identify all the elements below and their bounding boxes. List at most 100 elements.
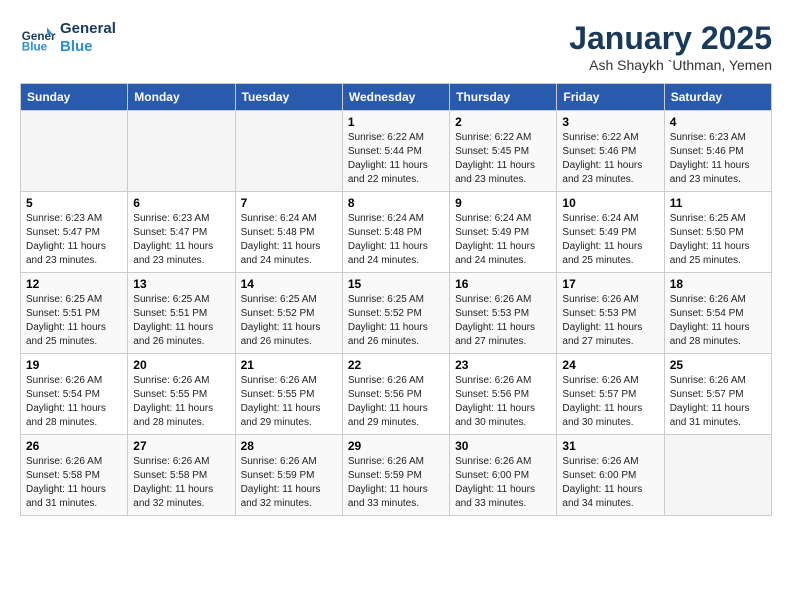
day-number: 10: [562, 196, 658, 210]
day-info: Sunrise: 6:26 AM Sunset: 5:58 PM Dayligh…: [133, 455, 229, 511]
calendar-cell: 6 Sunrise: 6:23 AM Sunset: 5:47 PM Daylig…: [128, 192, 235, 273]
day-info: Sunrise: 6:26 AM Sunset: 5:54 PM Dayligh…: [670, 293, 766, 349]
calendar-week-row: 1 Sunrise: 6:22 AM Sunset: 5:44 PM Daylig…: [21, 111, 772, 192]
day-number: 14: [241, 277, 337, 291]
calendar-week-row: 12 Sunrise: 6:25 AM Sunset: 5:51 PM Dayli…: [21, 273, 772, 354]
calendar-cell: 28 Sunrise: 6:26 AM Sunset: 5:59 PM Dayli…: [235, 435, 342, 516]
day-number: 18: [670, 277, 766, 291]
day-info: Sunrise: 6:24 AM Sunset: 5:49 PM Dayligh…: [562, 212, 658, 268]
day-info: Sunrise: 6:23 AM Sunset: 5:46 PM Dayligh…: [670, 131, 766, 187]
weekday-header-row: SundayMondayTuesdayWednesdayThursdayFrid…: [21, 84, 772, 111]
logo: General Blue General Blue: [20, 20, 116, 56]
day-info: Sunrise: 6:22 AM Sunset: 5:46 PM Dayligh…: [562, 131, 658, 187]
day-number: 3: [562, 115, 658, 129]
weekday-header: Sunday: [21, 84, 128, 111]
calendar-cell: 26 Sunrise: 6:26 AM Sunset: 5:58 PM Dayli…: [21, 435, 128, 516]
day-number: 16: [455, 277, 551, 291]
day-number: 26: [26, 439, 122, 453]
day-number: 30: [455, 439, 551, 453]
calendar-cell: 1 Sunrise: 6:22 AM Sunset: 5:44 PM Daylig…: [342, 111, 449, 192]
day-info: Sunrise: 6:25 AM Sunset: 5:50 PM Dayligh…: [670, 212, 766, 268]
calendar-cell: 12Sunrise: 6:25 AM Sunset: 5:51 PM Dayli…: [21, 273, 128, 354]
day-number: 5: [26, 196, 122, 210]
day-info: Sunrise: 6:26 AM Sunset: 5:53 PM Dayligh…: [455, 293, 551, 349]
svg-text:Blue: Blue: [22, 41, 48, 54]
day-info: Sunrise: 6:26 AM Sunset: 5:59 PM Dayligh…: [348, 455, 444, 511]
day-info: Sunrise: 6:26 AM Sunset: 6:00 PM Dayligh…: [455, 455, 551, 511]
day-number: 12: [26, 277, 122, 291]
day-info: Sunrise: 6:25 AM Sunset: 5:51 PM Dayligh…: [133, 293, 229, 349]
day-info: Sunrise: 6:24 AM Sunset: 5:49 PM Dayligh…: [455, 212, 551, 268]
day-number: 29: [348, 439, 444, 453]
calendar-cell: 5Sunrise: 6:23 AM Sunset: 5:47 PM Daylig…: [21, 192, 128, 273]
day-info: Sunrise: 6:26 AM Sunset: 5:55 PM Dayligh…: [241, 374, 337, 430]
calendar-cell: [21, 111, 128, 192]
weekday-header: Wednesday: [342, 84, 449, 111]
day-info: Sunrise: 6:25 AM Sunset: 5:52 PM Dayligh…: [348, 293, 444, 349]
month-title: January 2025: [569, 20, 772, 57]
day-number: 22: [348, 358, 444, 372]
logo-text-line2: Blue: [60, 38, 116, 56]
day-info: Sunrise: 6:26 AM Sunset: 5:56 PM Dayligh…: [348, 374, 444, 430]
day-number: 6: [133, 196, 229, 210]
calendar-cell: 2 Sunrise: 6:22 AM Sunset: 5:45 PM Daylig…: [450, 111, 557, 192]
calendar-table: SundayMondayTuesdayWednesdayThursdayFrid…: [20, 83, 772, 516]
calendar-cell: [235, 111, 342, 192]
calendar-cell: 16 Sunrise: 6:26 AM Sunset: 5:53 PM Dayli…: [450, 273, 557, 354]
calendar-cell: 19 Sunrise: 6:26 AM Sunset: 5:54 PM Dayli…: [21, 354, 128, 435]
calendar-cell: 11 Sunrise: 6:25 AM Sunset: 5:50 PM Dayli…: [664, 192, 771, 273]
day-number: 2: [455, 115, 551, 129]
calendar-cell: 29 Sunrise: 6:26 AM Sunset: 5:59 PM Dayli…: [342, 435, 449, 516]
day-number: 13: [133, 277, 229, 291]
day-number: 28: [241, 439, 337, 453]
day-info: Sunrise: 6:25 AM Sunset: 5:52 PM Dayligh…: [241, 293, 337, 349]
day-number: 20: [133, 358, 229, 372]
day-info: Sunrise: 6:26 AM Sunset: 5:58 PM Dayligh…: [26, 455, 122, 511]
calendar-cell: 27Sunrise: 6:26 AM Sunset: 5:58 PM Dayli…: [128, 435, 235, 516]
day-number: 15: [348, 277, 444, 291]
calendar-cell: 7Sunrise: 6:24 AM Sunset: 5:48 PM Daylig…: [235, 192, 342, 273]
day-number: 19: [26, 358, 122, 372]
calendar-cell: 3 Sunrise: 6:22 AM Sunset: 5:46 PM Daylig…: [557, 111, 664, 192]
calendar-cell: 20 Sunrise: 6:26 AM Sunset: 5:55 PM Dayli…: [128, 354, 235, 435]
calendar-cell: 15 Sunrise: 6:25 AM Sunset: 5:52 PM Dayli…: [342, 273, 449, 354]
day-info: Sunrise: 6:26 AM Sunset: 5:59 PM Dayligh…: [241, 455, 337, 511]
calendar-cell: [664, 435, 771, 516]
day-info: Sunrise: 6:24 AM Sunset: 5:48 PM Dayligh…: [348, 212, 444, 268]
day-info: Sunrise: 6:26 AM Sunset: 5:55 PM Dayligh…: [133, 374, 229, 430]
weekday-header: Saturday: [664, 84, 771, 111]
title-block: January 2025 Ash Shaykh `Uthman, Yemen: [569, 20, 772, 73]
calendar-week-row: 26 Sunrise: 6:26 AM Sunset: 5:58 PM Dayli…: [21, 435, 772, 516]
day-number: 31: [562, 439, 658, 453]
calendar-cell: 22 Sunrise: 6:26 AM Sunset: 5:56 PM Dayli…: [342, 354, 449, 435]
day-number: 1: [348, 115, 444, 129]
calendar-cell: 24Sunrise: 6:26 AM Sunset: 5:57 PM Dayli…: [557, 354, 664, 435]
calendar-cell: 8 Sunrise: 6:24 AM Sunset: 5:48 PM Daylig…: [342, 192, 449, 273]
logo-icon: General Blue: [20, 20, 56, 56]
day-info: Sunrise: 6:26 AM Sunset: 5:57 PM Dayligh…: [670, 374, 766, 430]
calendar-week-row: 5 Sunrise: 6:23 AM Sunset: 5:47 PM Daylig…: [21, 192, 772, 273]
day-info: Sunrise: 6:22 AM Sunset: 5:45 PM Dayligh…: [455, 131, 551, 187]
calendar-cell: 17 Sunrise: 6:26 AM Sunset: 5:53 PM Dayli…: [557, 273, 664, 354]
calendar-cell: 10 Sunrise: 6:24 AM Sunset: 5:49 PM Dayli…: [557, 192, 664, 273]
location-subtitle: Ash Shaykh `Uthman, Yemen: [569, 57, 772, 73]
calendar-cell: 21Sunrise: 6:26 AM Sunset: 5:55 PM Dayli…: [235, 354, 342, 435]
calendar-cell: 23Sunrise: 6:26 AM Sunset: 5:56 PM Dayli…: [450, 354, 557, 435]
logo-text-line1: General: [60, 20, 116, 38]
day-info: Sunrise: 6:26 AM Sunset: 5:56 PM Dayligh…: [455, 374, 551, 430]
calendar-cell: 25Sunrise: 6:26 AM Sunset: 5:57 PM Dayli…: [664, 354, 771, 435]
day-info: Sunrise: 6:22 AM Sunset: 5:44 PM Dayligh…: [348, 131, 444, 187]
day-info: Sunrise: 6:26 AM Sunset: 6:00 PM Dayligh…: [562, 455, 658, 511]
day-info: Sunrise: 6:23 AM Sunset: 5:47 PM Dayligh…: [133, 212, 229, 268]
page-header: General Blue General Blue January 2025 A…: [20, 20, 772, 73]
calendar-cell: 31 Sunrise: 6:26 AM Sunset: 6:00 PM Dayli…: [557, 435, 664, 516]
day-number: 8: [348, 196, 444, 210]
day-number: 4: [670, 115, 766, 129]
day-info: Sunrise: 6:26 AM Sunset: 5:53 PM Dayligh…: [562, 293, 658, 349]
calendar-cell: 13 Sunrise: 6:25 AM Sunset: 5:51 PM Dayli…: [128, 273, 235, 354]
day-info: Sunrise: 6:26 AM Sunset: 5:54 PM Dayligh…: [26, 374, 122, 430]
day-number: 7: [241, 196, 337, 210]
day-number: 17: [562, 277, 658, 291]
weekday-header: Tuesday: [235, 84, 342, 111]
day-number: 11: [670, 196, 766, 210]
